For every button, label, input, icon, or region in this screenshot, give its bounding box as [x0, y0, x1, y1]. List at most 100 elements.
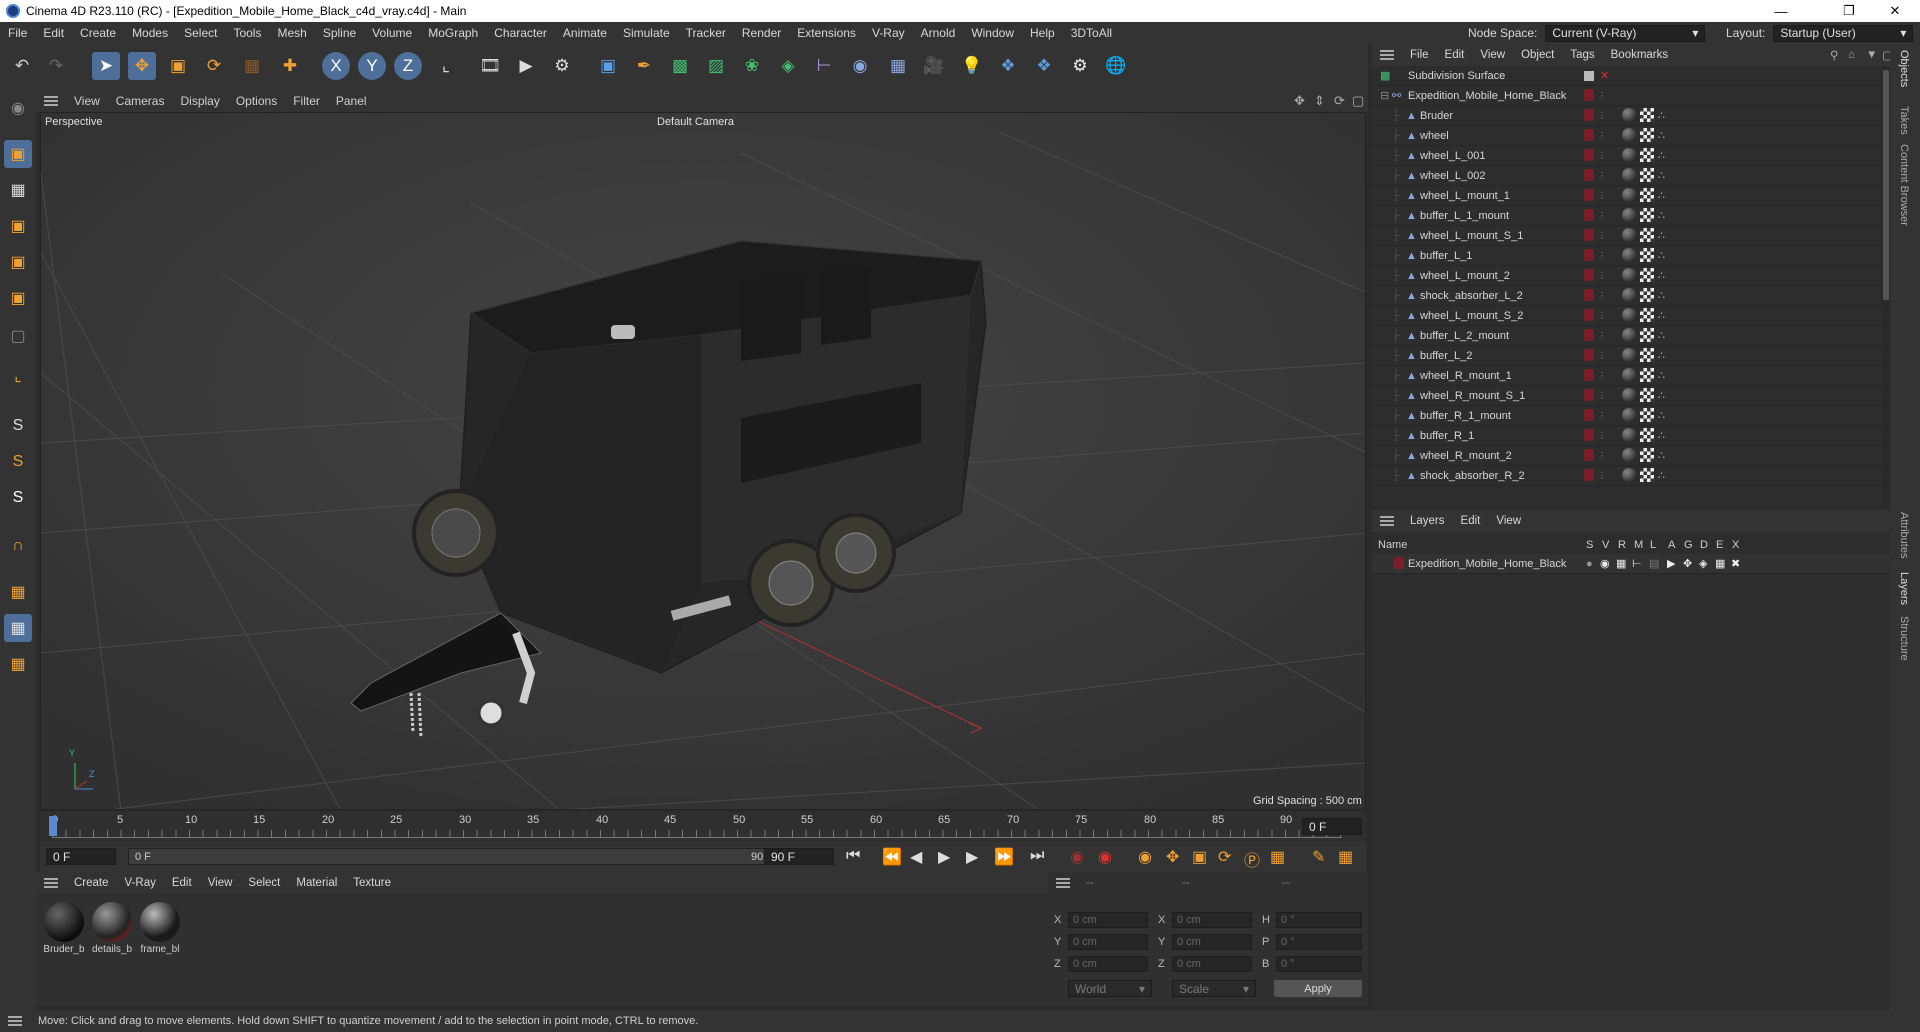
layer-color-tag[interactable]: [1584, 229, 1594, 241]
viewport-menu-options[interactable]: Options: [228, 94, 285, 108]
lock-icon[interactable]: ▤: [1649, 557, 1659, 570]
grid-icon[interactable]: ▦: [4, 614, 32, 642]
end-frame-field[interactable]: 90 F: [764, 848, 834, 865]
layer-color-tag[interactable]: [1584, 409, 1594, 421]
object-row-child[interactable]: ├ ▲ buffer_L_2_mount ⋮ ∴: [1372, 326, 1882, 346]
keyframe-selection-icon[interactable]: ◉: [1138, 847, 1152, 867]
layer-color-tag[interactable]: [1584, 89, 1594, 101]
uvw-tag-icon[interactable]: [1640, 328, 1654, 342]
3d-viewport[interactable]: Perspective Default Camera Grid Spacing …: [40, 112, 1366, 810]
visibility-dots-icon[interactable]: ⋮: [1598, 271, 1606, 280]
coord-rot-b-field[interactable]: 0 °: [1276, 956, 1362, 972]
visibility-dots-icon[interactable]: ⋮: [1598, 411, 1606, 420]
object-row-child[interactable]: ├ ▲ wheel_L_mount_1 ⋮ ∴: [1372, 186, 1882, 206]
uvw-tag-icon[interactable]: [1640, 368, 1654, 382]
current-frame-field[interactable]: 0 F: [1302, 818, 1362, 835]
object-name[interactable]: buffer_L_2: [1420, 350, 1472, 362]
status-menu-icon[interactable]: [8, 1016, 22, 1026]
timeline-ruler[interactable]: 0 5 10 15 20 25 30 35 40 45 50 55 60 65 …: [40, 812, 1366, 842]
object-row-child[interactable]: ├ ▲ wheel_L_mount_2 ⋮ ∴: [1372, 266, 1882, 286]
edges-mode-icon[interactable]: ▣: [4, 248, 32, 276]
uvw-tag-icon[interactable]: [1640, 308, 1654, 322]
layer-color-tag[interactable]: [1584, 169, 1594, 181]
point-level-key-icon[interactable]: ▦: [1270, 847, 1285, 867]
object-row-child[interactable]: ├ ▲ wheel_R_mount_2 ⋮ ∴: [1372, 446, 1882, 466]
disable-x-icon[interactable]: ✕: [1600, 69, 1609, 82]
viewport-menu-icon[interactable]: [44, 96, 58, 106]
material-tag-icon[interactable]: [1622, 448, 1636, 462]
menu-simulate[interactable]: Simulate: [615, 26, 678, 40]
layer-color-tag[interactable]: [1584, 149, 1594, 161]
coord-pos-y-field[interactable]: 0 cm: [1068, 934, 1148, 950]
layer-color-tag[interactable]: [1584, 449, 1594, 461]
uvw-tag-icon[interactable]: [1640, 408, 1654, 422]
coord-size-x-field[interactable]: 0 cm: [1172, 912, 1252, 928]
layer-color-tag[interactable]: [1584, 389, 1594, 401]
phong-tag-icon[interactable]: ∴: [1658, 349, 1665, 362]
layer-color-tag[interactable]: [1584, 429, 1594, 441]
visibility-dots-icon[interactable]: ⋮: [1598, 291, 1606, 300]
scrollbar-thumb[interactable]: [1883, 70, 1889, 300]
polygons-mode-icon[interactable]: ▣: [4, 284, 32, 312]
material-menu-edit[interactable]: Edit: [164, 877, 200, 889]
layer-color-tag[interactable]: [1584, 129, 1594, 141]
model-mode-icon[interactable]: ▣: [4, 140, 32, 168]
uvw-tag-icon[interactable]: [1640, 388, 1654, 402]
uvw-tag-icon[interactable]: [1640, 148, 1654, 162]
layer-name[interactable]: Expedition_Mobile_Home_Black: [1408, 558, 1566, 570]
object-menu-tags[interactable]: Tags: [1562, 49, 1602, 61]
layer-menu-view[interactable]: View: [1488, 515, 1529, 527]
auto-keying-icon[interactable]: ◉: [1098, 847, 1112, 867]
apply-button[interactable]: Apply: [1274, 980, 1362, 997]
material-tag-icon[interactable]: [1622, 168, 1636, 182]
x-axis-lock-icon[interactable]: X: [322, 52, 350, 80]
visibility-dots-icon[interactable]: ⋮: [1598, 191, 1606, 200]
locked-workplane-icon[interactable]: ▦: [4, 650, 32, 678]
visibility-dots-icon[interactable]: ⋮: [1598, 231, 1606, 240]
menu-mograph[interactable]: MoGraph: [420, 26, 486, 40]
visibility-dots-icon[interactable]: ⋮: [1598, 331, 1606, 340]
phong-tag-icon[interactable]: ∴: [1658, 389, 1665, 402]
object-name[interactable]: wheel_R_mount_1: [1420, 370, 1512, 382]
visibility-dots-icon[interactable]: ⋮: [1598, 111, 1606, 120]
pen-spline-icon[interactable]: ✒: [630, 52, 658, 80]
layer-solo-icon[interactable]: ●: [1586, 558, 1593, 570]
uvw-tag-icon[interactable]: [1640, 268, 1654, 282]
coordinate-system-icon[interactable]: ⌞: [432, 52, 460, 80]
viewport-menu-cameras[interactable]: Cameras: [108, 94, 173, 108]
magnet-icon[interactable]: ∩: [4, 532, 32, 560]
collapse-toggle-icon[interactable]: ⊟: [1380, 89, 1389, 102]
object-row-subdivision[interactable]: ▩ Subdivision Surface ✕: [1372, 66, 1882, 86]
object-row-child[interactable]: ├ ▲ buffer_R_1_mount ⋮ ∴: [1372, 406, 1882, 426]
axis-mode-icon[interactable]: ⌞: [4, 362, 32, 390]
object-name[interactable]: wheel_R_mount_2: [1420, 450, 1512, 462]
undo-icon[interactable]: ↶: [8, 52, 36, 80]
object-name[interactable]: buffer_L_1_mount: [1420, 210, 1509, 222]
material-menu-icon[interactable]: [44, 878, 58, 888]
material-menu-select[interactable]: Select: [240, 877, 288, 889]
object-row-child[interactable]: ├ ▲ wheel ⋮ ∴: [1372, 126, 1882, 146]
layer-color-tag[interactable]: [1584, 349, 1594, 361]
layer-menu-edit[interactable]: Edit: [1453, 515, 1489, 527]
object-name[interactable]: Subdivision Surface: [1408, 70, 1505, 82]
menu-tools[interactable]: Tools: [225, 26, 269, 40]
xref-icon[interactable]: ✖: [1731, 557, 1740, 570]
visibility-dots-icon[interactable]: ⋮: [1598, 251, 1606, 260]
manager-icon[interactable]: ⊢: [1632, 557, 1642, 570]
uvw-tag-icon[interactable]: [1640, 128, 1654, 142]
redo-icon[interactable]: ↷: [42, 52, 70, 80]
coord-menu-icon[interactable]: [1056, 878, 1070, 888]
phong-tag-icon[interactable]: ∴: [1658, 249, 1665, 262]
viewport-menu-panel[interactable]: Panel: [328, 94, 375, 108]
object-menu-file[interactable]: File: [1402, 49, 1437, 61]
visibility-dots-icon[interactable]: ⋮: [1598, 371, 1606, 380]
object-row-child[interactable]: ├ ▲ Bruder ⋮ ∴: [1372, 106, 1882, 126]
menu-3dtoall[interactable]: 3DToAll: [1063, 26, 1120, 40]
menu-modes[interactable]: Modes: [124, 26, 176, 40]
object-name[interactable]: wheel_L_mount_1: [1420, 190, 1510, 202]
previous-key-icon[interactable]: ⏪: [882, 847, 902, 867]
menu-help[interactable]: Help: [1022, 26, 1063, 40]
phong-tag-icon[interactable]: ∴: [1658, 189, 1665, 202]
phong-tag-icon[interactable]: ∴: [1658, 209, 1665, 222]
object-row-child[interactable]: ├ ▲ wheel_L_001 ⋮ ∴: [1372, 146, 1882, 166]
